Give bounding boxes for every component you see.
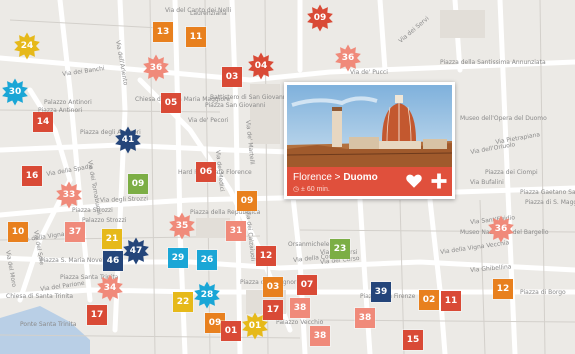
breadcrumb-place: Duomo (343, 172, 378, 183)
star-marker-m01b[interactable]: 01 (241, 312, 269, 340)
street-label-piazza-borgo: Piazza di Borgo (520, 289, 566, 296)
square-marker-m39[interactable]: 39 (371, 282, 391, 302)
square-marker-m16[interactable]: 16 (22, 166, 42, 186)
marker-number: 36 (494, 224, 508, 234)
street-label-chiesa-santa-trinita: Chiesa di Santa Trinita (6, 293, 74, 300)
star-marker-m34[interactable]: 34 (96, 274, 124, 302)
street-label-orsanmichele: Orsanmichele (288, 241, 330, 248)
popup-breadcrumb[interactable]: Florence > Duomo (293, 172, 378, 183)
duomo-photo (287, 85, 452, 167)
marker-number: 33 (62, 190, 76, 200)
street-label-via-bufalini: Via Bufalini (470, 179, 504, 186)
street-label-palazzo-strozzi: Palazzo Strozzi (82, 217, 127, 224)
street-label-piazza-ciz: Piazza S. Maria Novella (40, 257, 110, 264)
square-marker-m38b[interactable]: 38 (355, 308, 375, 328)
square-marker-m22[interactable]: 22 (173, 292, 193, 312)
marker-number: 09 (313, 13, 327, 23)
add-to-trip-button[interactable] (430, 172, 448, 190)
square-marker-m01a[interactable]: 01 (221, 321, 241, 341)
square-marker-m06[interactable]: 06 (196, 162, 216, 182)
square-marker-m29[interactable]: 29 (168, 248, 188, 268)
square-marker-m23[interactable]: 23 (330, 239, 350, 259)
square-marker-m12a[interactable]: 12 (256, 246, 276, 266)
marker-number: 36 (149, 63, 163, 73)
marker-number: 30 (8, 87, 22, 97)
square-marker-m26[interactable]: 26 (197, 250, 217, 270)
square-marker-m07[interactable]: 07 (297, 275, 317, 295)
square-marker-m38a[interactable]: 38 (290, 298, 310, 318)
square-marker-m31[interactable]: 31 (226, 221, 246, 241)
street-label-via-canto: Via del Canto dei Nelli (165, 7, 232, 14)
square-marker-m10[interactable]: 10 (8, 222, 28, 242)
piazza-repubblica-block (196, 218, 230, 238)
star-marker-m36b[interactable]: 36 (334, 44, 362, 72)
heart-icon (406, 174, 422, 188)
marker-number: 41 (121, 135, 135, 145)
plus-icon (431, 173, 447, 189)
square-marker-m38c[interactable]: 38 (310, 326, 330, 346)
square-marker-m02[interactable]: 02 (419, 290, 439, 310)
marker-number: 36 (341, 53, 355, 63)
street-label-via-pecori: Via de' Pecori (188, 117, 229, 124)
square-marker-m17a[interactable]: 17 (87, 305, 107, 325)
street-label-piazza-magg: Piazza di S. Maggiore (525, 199, 575, 206)
city-map[interactable]: Laurenziana Via dei Banchi Piazza Antinori… (0, 0, 575, 354)
square-marker-m13[interactable]: 13 (153, 22, 173, 42)
duomo-block (250, 84, 280, 144)
street-label-ponte-santa-trinita: Ponte Santa Trinita (20, 321, 77, 328)
marker-number: 35 (175, 221, 189, 231)
star-marker-m36a[interactable]: 36 (142, 54, 170, 82)
river-arno (0, 306, 90, 354)
square-marker-m37[interactable]: 37 (65, 222, 85, 242)
breadcrumb-separator: > (331, 172, 344, 183)
marker-number: 24 (20, 41, 34, 51)
square-marker-m14[interactable]: 14 (33, 112, 53, 132)
favorite-button[interactable] (405, 172, 423, 190)
star-marker-m04[interactable]: 04 (247, 52, 275, 80)
square-marker-m09c[interactable]: 09 (237, 191, 257, 211)
star-marker-m33[interactable]: 33 (55, 181, 83, 209)
square-marker-m03a[interactable]: 03 (222, 67, 242, 87)
star-marker-m09a[interactable]: 09 (306, 4, 334, 32)
street-label-piazza-santissima: Piazza della Santissima Annunziata (440, 59, 546, 66)
breadcrumb-city[interactable]: Florence (293, 172, 332, 183)
visit-duration: ◷ ± 60 min. (293, 186, 330, 193)
street-label-piazza-ciompi: Piazza dei Ciompi (485, 169, 538, 176)
square-marker-m21[interactable]: 21 (102, 229, 122, 249)
square-marker-m05[interactable]: 05 (161, 93, 181, 113)
popup-info-bar: Florence > Duomo ◷ ± 60 min. (287, 167, 452, 196)
marker-number: 01 (248, 321, 262, 331)
marker-number: 34 (103, 283, 117, 293)
marker-number: 28 (200, 290, 214, 300)
square-marker-m09b[interactable]: 09 (128, 174, 148, 194)
square-marker-m11[interactable]: 11 (186, 27, 206, 47)
star-marker-m35[interactable]: 35 (168, 212, 196, 240)
square-marker-m11b[interactable]: 11 (441, 291, 461, 311)
square-marker-m46[interactable]: 46 (103, 251, 123, 271)
star-marker-m47[interactable]: 47 (122, 237, 150, 265)
star-marker-m30[interactable]: 30 (1, 78, 29, 106)
place-popup[interactable]: Florence > Duomo ◷ ± 60 min. (284, 82, 455, 199)
street-label-piazza-salvemini: Piazza Gaetano Salvemini (520, 189, 575, 196)
street-label-piazza-san-giovanni: Piazza San Giovanni (205, 102, 266, 109)
piazza-santissima-block (440, 10, 485, 38)
star-marker-m24[interactable]: 24 (13, 32, 41, 60)
street-label-museo-opera: Museo dell'Opera del Duomo (460, 115, 547, 122)
square-marker-m15[interactable]: 15 (403, 330, 423, 350)
star-marker-m28[interactable]: 28 (193, 281, 221, 309)
street-label-palazzo-antinori: Palazzo Antinori (44, 99, 92, 106)
marker-number: 04 (254, 61, 268, 71)
star-marker-m36c[interactable]: 36 (487, 215, 515, 243)
square-marker-m12b[interactable]: 12 (493, 279, 513, 299)
square-marker-m03b[interactable]: 03 (263, 277, 283, 297)
marker-number: 47 (129, 246, 143, 256)
star-marker-m41[interactable]: 41 (114, 126, 142, 154)
